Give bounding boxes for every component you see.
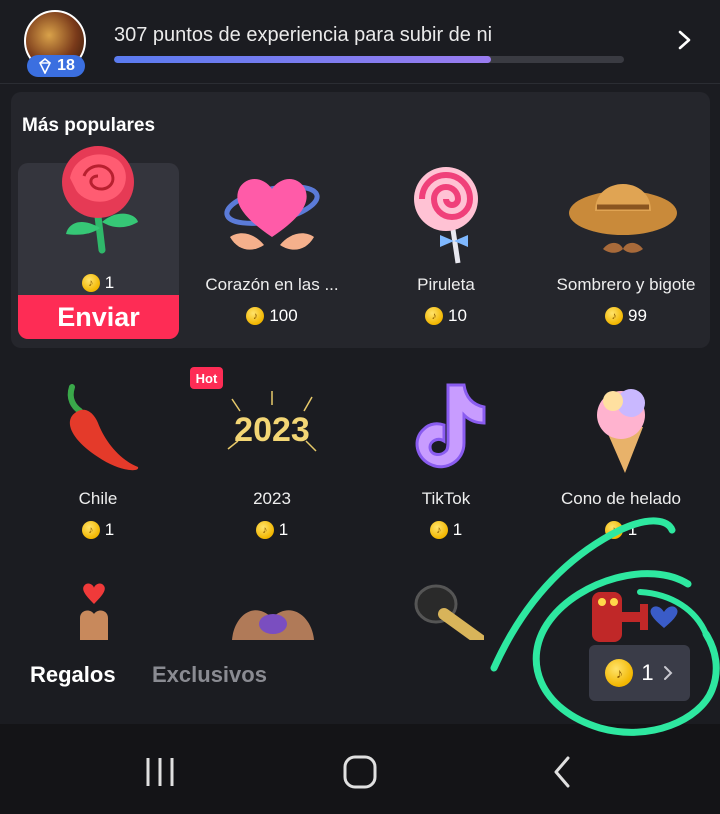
gift-price: 1: [18, 273, 178, 293]
xp-text: 307 puntos de experiencia para subir de …: [114, 24, 493, 46]
gift-name: Cono de helado: [560, 489, 682, 508]
heart-gesture-icon: [80, 583, 108, 640]
tab-exclusive[interactable]: Exclusivos: [152, 662, 267, 688]
gift-card-tiktok[interactable]: TikTok 1: [366, 375, 526, 555]
level-number: 18: [57, 57, 75, 74]
tab-gifts[interactable]: Regalos: [30, 662, 116, 688]
tiktok-icon: [415, 383, 486, 469]
gift-card-heart[interactable]: Corazón en las ... 100: [192, 163, 352, 343]
rose-icon: [62, 146, 138, 254]
chevron-right-icon: [663, 666, 673, 680]
gift-card-chili[interactable]: Chile 1: [18, 375, 178, 555]
home-button[interactable]: [336, 748, 384, 796]
diamond-icon: [39, 58, 52, 74]
heart-hands-icon: [224, 178, 320, 250]
gift-card-lollipop[interactable]: Piruleta 10: [366, 163, 526, 343]
hat-mustache-icon: [569, 184, 677, 253]
coin-icon: [246, 307, 265, 325]
back-button[interactable]: [538, 748, 586, 796]
gift-price: 1: [192, 520, 352, 540]
coin-icon: [255, 521, 274, 539]
gift-sheet: { "header": { "level": "18", "xp_text": …: [0, 0, 720, 814]
coin-icon: [81, 521, 100, 539]
home-icon: [343, 755, 377, 789]
coin-icon: [425, 307, 444, 325]
microphone-icon: [414, 584, 484, 640]
gift-name: Corazón en las ...: [205, 275, 339, 294]
level-badge: 18: [27, 55, 85, 77]
system-navigation-bar: [0, 724, 720, 814]
gift-card-hat[interactable]: Sombrero y bigote 99: [541, 163, 711, 343]
gift-price: 1: [541, 520, 701, 540]
popular-title: Más populares: [22, 115, 156, 136]
gift-card-rose[interactable]: 1 Enviar: [18, 146, 179, 339]
gift-name: Chile: [78, 489, 118, 508]
xp-progress-track: [114, 56, 624, 63]
gift-price: 1: [366, 520, 526, 540]
fireworks-2023-icon: 2023: [227, 391, 317, 452]
ice-cream-icon: [597, 389, 645, 473]
gift-name: Sombrero y bigote: [556, 275, 696, 294]
level-progress-bar[interactable]: 18 307 puntos de experiencia para subir …: [0, 0, 720, 84]
coin-balance-button[interactable]: 1: [589, 645, 690, 701]
coin-icon: [429, 521, 448, 539]
gift-price: 100: [192, 306, 352, 326]
gift-name: Piruleta: [417, 275, 475, 294]
recent-apps-icon: [146, 758, 174, 786]
xp-progress-fill: [114, 56, 492, 63]
gift-price: 10: [366, 306, 526, 326]
coin-balance: 1: [641, 660, 654, 685]
lollipop-icon: [414, 167, 478, 264]
back-icon: [554, 756, 570, 788]
gift-name: 2023: [253, 489, 291, 508]
gift-name: TikTok: [421, 489, 471, 508]
coin-icon: [81, 274, 100, 292]
svg-text:2023: 2023: [234, 411, 310, 449]
hands-heart-icon: [232, 610, 314, 640]
coin-icon: [604, 521, 623, 539]
red-monster-icon: [592, 592, 678, 642]
chili-icon: [67, 384, 139, 471]
gift-price: 99: [541, 306, 711, 326]
coin-icon: [605, 659, 634, 687]
gift-price: 1: [18, 520, 178, 540]
coin-icon: [605, 307, 624, 325]
gift-card-ice-cream[interactable]: Cono de helado 1: [541, 375, 701, 555]
chevron-right-icon[interactable]: [672, 26, 696, 54]
gift-card-2023[interactable]: 2023 2023 1: [192, 375, 352, 555]
recent-apps-button[interactable]: [136, 748, 184, 796]
send-button[interactable]: Enviar: [18, 295, 179, 339]
